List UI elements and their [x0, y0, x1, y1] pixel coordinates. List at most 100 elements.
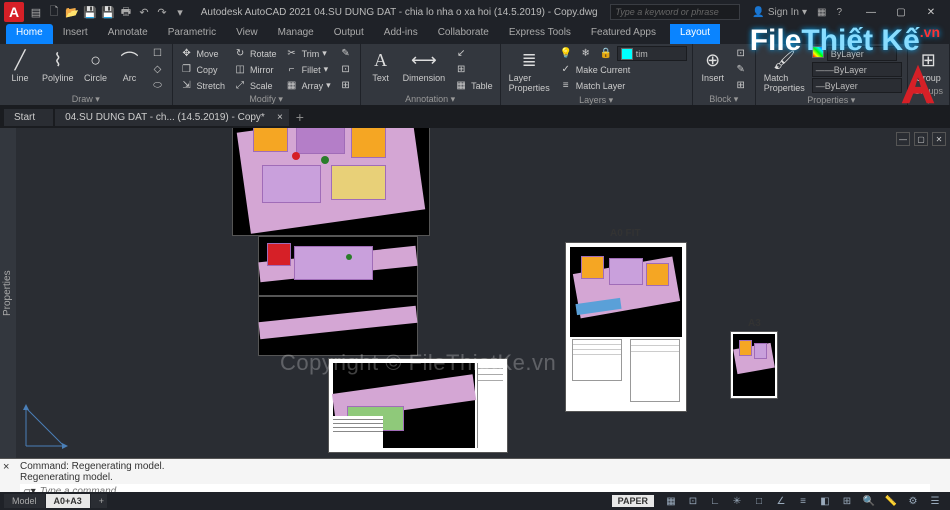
tab-home[interactable]: Home	[6, 24, 53, 44]
tab-featuredapps[interactable]: Featured Apps	[581, 24, 666, 44]
viewport-sheet-1[interactable]	[232, 128, 430, 236]
status-transparency-icon[interactable]: ◧	[816, 494, 834, 508]
draw-extra1[interactable]: ☐	[149, 46, 167, 61]
status-grid-icon[interactable]: ▦	[662, 494, 680, 508]
status-osnap-icon[interactable]: □	[750, 494, 768, 508]
layer-icon1[interactable]: 💡	[557, 46, 575, 61]
vp-max-icon[interactable]: ▢	[914, 132, 928, 146]
linetype-combo[interactable]: — ByLayer	[812, 78, 902, 93]
help-icon[interactable]: ?	[836, 7, 842, 18]
dimension-button[interactable]: ⟷Dimension	[400, 46, 449, 85]
rotate-button[interactable]: ↻Rotate	[231, 46, 279, 61]
status-otrack-icon[interactable]: ∠	[772, 494, 790, 508]
scale-button[interactable]: ⤢Scale	[231, 78, 279, 93]
tab-addins[interactable]: Add-ins	[374, 24, 428, 44]
paper-space-toggle[interactable]: PAPER	[612, 495, 654, 507]
tab-insert[interactable]: Insert	[53, 24, 98, 44]
text-button[interactable]: AText	[366, 46, 396, 85]
layout-a0a3[interactable]: A0+A3	[46, 494, 90, 508]
maximize-button[interactable]: ▢	[886, 2, 916, 22]
tab-collaborate[interactable]: Collaborate	[428, 24, 499, 44]
layout-model[interactable]: Model	[4, 494, 45, 508]
command-window[interactable]: × Command: Regenerating model. Regenerat…	[0, 458, 950, 492]
layout-add[interactable]: +	[91, 494, 107, 508]
status-annoscale-icon[interactable]: 🔍	[860, 494, 878, 508]
autodesk-app-icon[interactable]: ▦	[817, 7, 826, 18]
trim-button[interactable]: ✂Trim ▾	[283, 46, 333, 61]
draw-extra2[interactable]: ◇	[149, 62, 167, 77]
block-extra2[interactable]: ✎	[732, 62, 750, 77]
modify-extra2[interactable]: ⊡	[337, 62, 355, 77]
sheet-a3[interactable]	[730, 331, 778, 399]
new-icon[interactable]: 🗋	[46, 4, 62, 20]
match-layer-button[interactable]: ≡Match Layer	[557, 78, 687, 93]
drawing-area[interactable]: Properties — ▢ ✕ A	[0, 128, 950, 458]
tab-start[interactable]: Start	[4, 109, 53, 126]
layer-icon3[interactable]: 🔒	[597, 46, 615, 61]
stretch-button[interactable]: ⇲Stretch	[178, 78, 228, 93]
vp-min-icon[interactable]: —	[896, 132, 910, 146]
tab-close-icon[interactable]: ×	[277, 112, 283, 123]
close-button[interactable]: ✕	[916, 2, 946, 22]
tab-parametric[interactable]: Parametric	[158, 24, 226, 44]
status-units-icon[interactable]: 📏	[882, 494, 900, 508]
layer-icon2[interactable]: ❄	[577, 46, 595, 61]
viewport-sheet-2[interactable]	[258, 236, 418, 296]
modify-extra1[interactable]: ✎	[337, 46, 355, 61]
fillet-button[interactable]: ⌐Fillet ▾	[283, 62, 333, 77]
minimize-button[interactable]: —	[856, 2, 886, 22]
status-qp-icon[interactable]: ⊞	[838, 494, 856, 508]
layer-properties-button[interactable]: ≣Layer Properties	[506, 46, 553, 95]
undo-icon[interactable]: ↶	[136, 4, 152, 20]
copy-button[interactable]: ❐Copy	[178, 62, 228, 77]
arc-button[interactable]: ⌒Arc	[115, 46, 145, 85]
draw-extra3[interactable]: ⬭	[149, 78, 167, 93]
polyline-button[interactable]: ⌇Polyline	[39, 46, 77, 85]
move-button[interactable]: ✥Move	[178, 46, 228, 61]
qat-dropdown-icon[interactable]: ▾	[172, 4, 188, 20]
mirror-button[interactable]: ◫Mirror	[231, 62, 279, 77]
array-button[interactable]: ▦Array ▾	[283, 78, 333, 93]
viewport-sheet-2b[interactable]	[258, 296, 418, 356]
status-ortho-icon[interactable]: ∟	[706, 494, 724, 508]
line-button[interactable]: ╱Line	[5, 46, 35, 85]
status-snap-icon[interactable]: ⊡	[684, 494, 702, 508]
save-icon[interactable]: 💾	[82, 4, 98, 20]
make-current-button[interactable]: ✓Make Current	[557, 62, 687, 77]
plot-icon[interactable]: 🖶	[118, 4, 134, 20]
tab-annotate[interactable]: Annotate	[98, 24, 158, 44]
status-lwt-icon[interactable]: ≡	[794, 494, 812, 508]
layer-combo[interactable]: tim	[617, 46, 687, 61]
circle-button[interactable]: ○Circle	[81, 46, 111, 85]
tab-file[interactable]: 04.SU DUNG DAT - ch... (14.5.2019) - Cop…	[55, 109, 289, 126]
tab-layout[interactable]: Layout	[670, 24, 720, 44]
status-workspace-icon[interactable]: ⚙	[904, 494, 922, 508]
block-extra1[interactable]: ⊡	[732, 46, 750, 61]
tab-expresstools[interactable]: Express Tools	[499, 24, 581, 44]
open-icon[interactable]: 📂	[64, 4, 80, 20]
help-search-input[interactable]: Type a keyword or phrase	[610, 4, 740, 20]
autocad-logo[interactable]: A	[4, 2, 24, 22]
insert-button[interactable]: ⊕Insert	[698, 46, 728, 85]
status-polar-icon[interactable]: ✳	[728, 494, 746, 508]
annot-extra[interactable]: ⊞	[452, 62, 495, 77]
sign-in-button[interactable]: 👤 Sign In ▾	[752, 7, 807, 18]
vp-close-icon[interactable]: ✕	[932, 132, 946, 146]
modify-extra3[interactable]: ⊞	[337, 78, 355, 93]
saveas-icon[interactable]: 💾	[100, 4, 116, 20]
sheet-a0fit[interactable]	[565, 242, 687, 412]
viewport-sheet-3[interactable]	[328, 358, 508, 453]
tab-manage[interactable]: Manage	[268, 24, 324, 44]
properties-panel-collapsed[interactable]: Properties	[0, 128, 16, 458]
tab-new-icon[interactable]: +	[291, 108, 309, 126]
table-button[interactable]: ▦Table	[452, 78, 495, 93]
leader-button[interactable]: ↙	[452, 46, 495, 61]
redo-icon[interactable]: ↷	[154, 4, 170, 20]
tab-output[interactable]: Output	[324, 24, 374, 44]
status-customize-icon[interactable]: ☰	[926, 494, 944, 508]
tab-view[interactable]: View	[226, 24, 268, 44]
cmd-close-icon[interactable]: ×	[3, 461, 9, 473]
block-extra3[interactable]: ⊞	[732, 78, 750, 93]
menu-icon[interactable]: ▤	[28, 4, 44, 20]
lineweight-combo[interactable]: —— ByLayer	[812, 62, 902, 77]
